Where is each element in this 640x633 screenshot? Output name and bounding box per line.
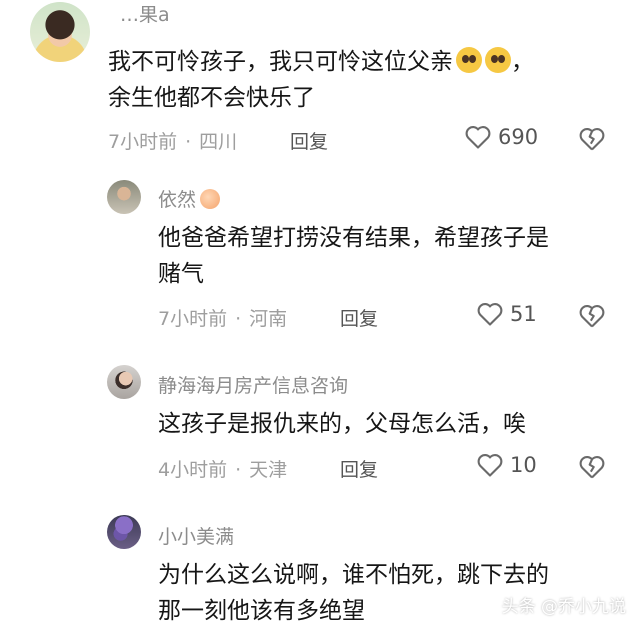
username-text: 依然 <box>158 189 197 211</box>
comment-text: 他爸爸希望打捞没有结果，希望孩子是 赌气 <box>158 220 618 292</box>
location: 河南 <box>249 308 288 330</box>
heart-outline-icon <box>477 303 503 326</box>
username[interactable]: …果a <box>120 0 170 27</box>
avatar[interactable] <box>107 180 141 214</box>
reply-button[interactable]: 回复 <box>340 455 378 482</box>
separator: · <box>185 131 192 153</box>
broken-heart-icon <box>579 456 605 479</box>
reply-button[interactable]: 回复 <box>290 127 328 154</box>
location: 四川 <box>199 131 238 153</box>
broken-heart-icon <box>579 305 605 328</box>
comment-meta: 7小时前 · 四川 <box>108 127 237 154</box>
username[interactable]: 小小美满 <box>158 522 234 549</box>
dislike-button[interactable] <box>578 303 606 333</box>
avatar[interactable] <box>107 515 141 549</box>
username[interactable]: 静海海月房产信息咨询 <box>158 371 348 398</box>
peach-badge-icon <box>200 189 221 209</box>
broken-heart-icon <box>579 128 605 151</box>
comment-line: 余生他都不会快乐了 <box>108 85 315 111</box>
comment-line: 我不可怜孩子，我只可怜这位父亲 <box>108 49 453 75</box>
comment-text: 这孩子是报仇来的，父母怎么活，唉 <box>158 406 618 442</box>
pleading-face-icon <box>456 47 482 73</box>
comment-meta: 4小时前 · 天津 <box>158 455 287 482</box>
like-button[interactable]: 10 <box>476 452 537 478</box>
like-button[interactable]: 51 <box>476 301 537 327</box>
like-count: 51 <box>510 302 537 326</box>
timestamp: 4小时前 <box>158 459 228 481</box>
comment-punct: ， <box>511 49 534 75</box>
heart-outline-icon <box>465 126 491 149</box>
watermark: 头条 @乔小九说 <box>501 597 626 617</box>
comment-meta: 7小时前 · 河南 <box>158 304 287 331</box>
heart-outline-icon <box>477 454 503 477</box>
comment-text: 我不可怜孩子，我只可怜这位父亲 ， 余生他都不会快乐了 <box>108 44 608 116</box>
timestamp: 7小时前 <box>108 131 178 153</box>
avatar[interactable] <box>107 365 141 399</box>
like-count: 690 <box>498 125 539 149</box>
timestamp: 7小时前 <box>158 308 228 330</box>
comment-line: 赌气 <box>158 261 204 287</box>
pleading-face-icon <box>485 47 511 73</box>
reply-button[interactable]: 回复 <box>340 304 378 331</box>
comment-line: 这孩子是报仇来的，父母怎么活，唉 <box>158 411 526 437</box>
dislike-button[interactable] <box>578 454 606 484</box>
like-button[interactable]: 690 <box>464 124 538 150</box>
separator: · <box>235 308 242 330</box>
dislike-button[interactable] <box>578 126 606 156</box>
avatar[interactable] <box>30 2 90 62</box>
comment-line: 他爸爸希望打捞没有结果，希望孩子是 <box>158 225 549 251</box>
location: 天津 <box>249 459 288 481</box>
comment-line: 为什么这么说啊，谁不怕死，跳下去的 <box>158 562 549 588</box>
like-count: 10 <box>510 453 537 477</box>
separator: · <box>235 459 242 481</box>
username[interactable]: 依然 <box>158 185 221 212</box>
